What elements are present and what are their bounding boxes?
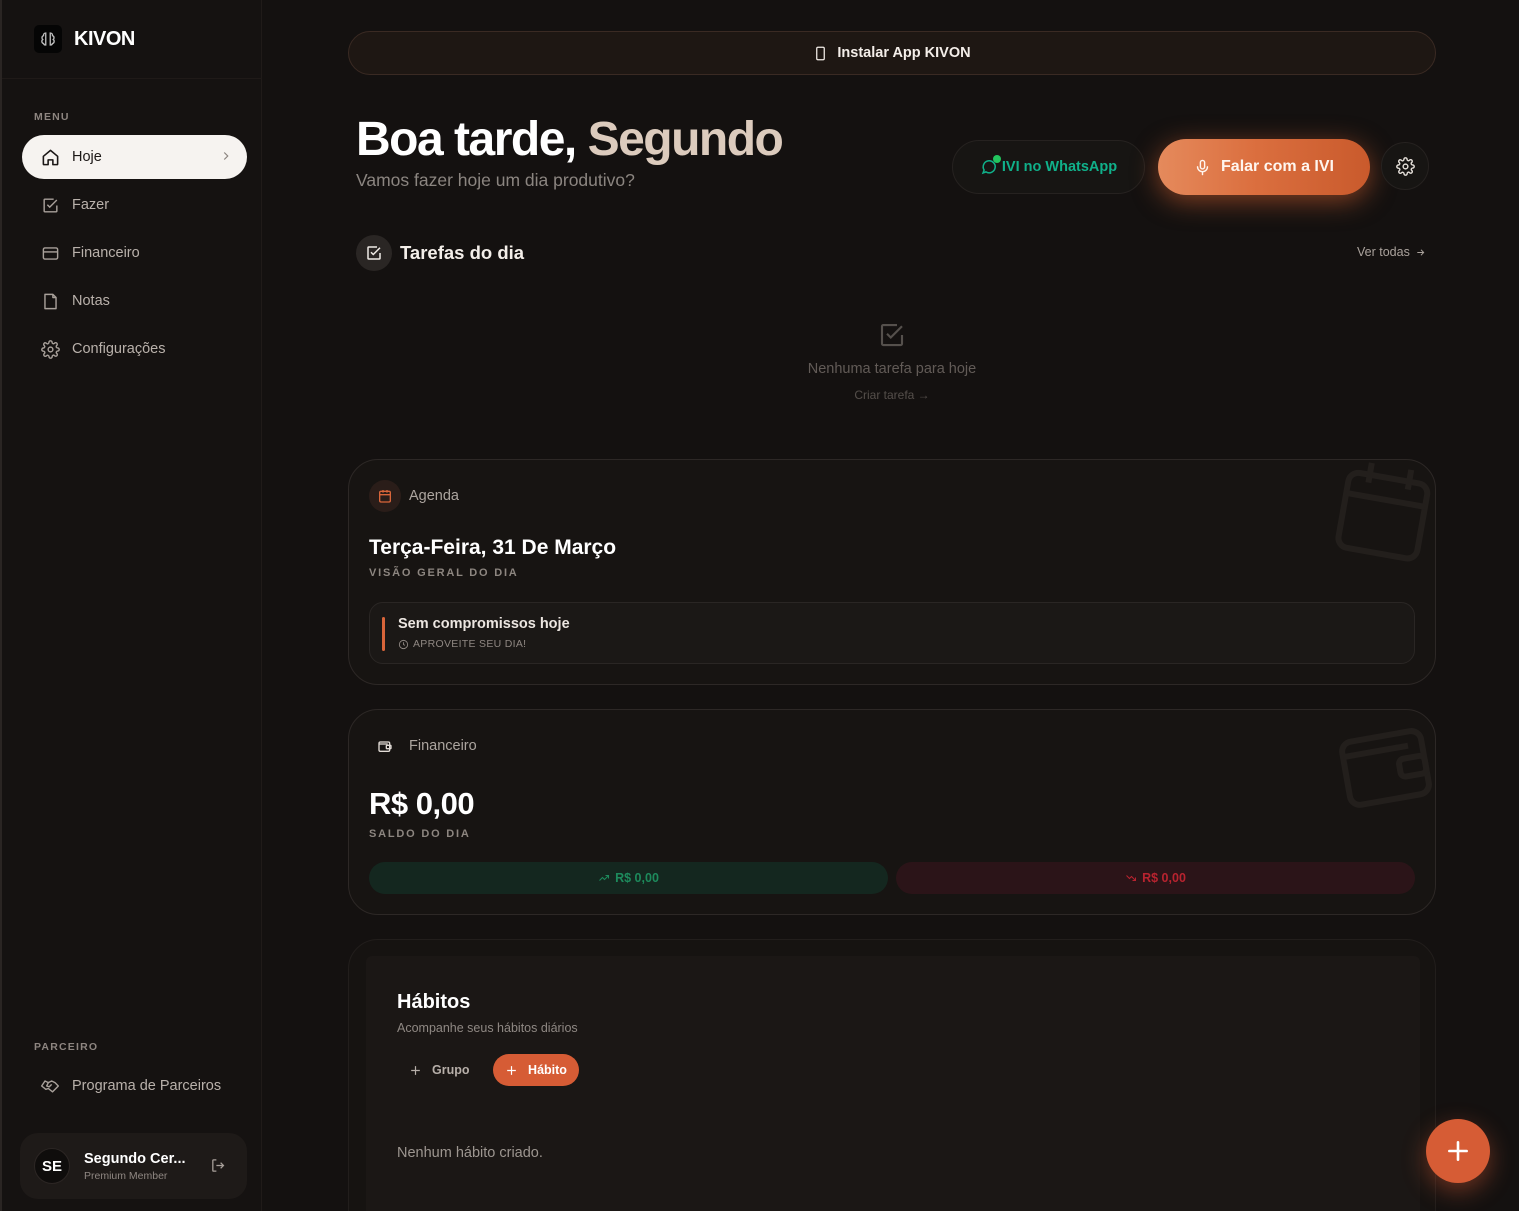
sidebar-item-label: Notas [72, 293, 110, 309]
agenda-empty-title: Sem compromissos hoje [398, 616, 570, 632]
avatar: SE [34, 1148, 70, 1184]
whatsapp-label: IVI no WhatsApp [1001, 159, 1118, 175]
add-group-button[interactable]: Grupo [397, 1054, 482, 1086]
sidebar-item-label: Configurações [72, 341, 166, 357]
habits-card: Hábitos Acompanhe seus hábitos diários G… [348, 939, 1436, 1211]
agenda-empty-box: Sem compromissos hoje APROVEITE SEU DIA! [369, 602, 1415, 664]
install-app-button[interactable]: Instalar App KIVON [348, 31, 1436, 75]
chevron-right-icon [219, 149, 233, 163]
see-all-label: Ver todas [1357, 245, 1410, 259]
greeting-prefix: Boa tarde, [356, 113, 588, 166]
expense-value: R$ 0,00 [1142, 871, 1186, 885]
finance-header: Financeiro [369, 730, 477, 762]
income-pill[interactable]: R$ 0,00 [369, 862, 888, 894]
settings-button[interactable] [1381, 142, 1429, 190]
sidebar: KIVON MENU Hoje Fazer Financeiro Notas C… [0, 0, 262, 1211]
home-icon [40, 147, 60, 167]
talk-to-ivi-button[interactable]: Falar com a IVI [1158, 139, 1370, 195]
agenda-accent-bar [382, 617, 385, 651]
brand[interactable]: KIVON [2, 0, 262, 79]
wallet-icon [369, 730, 401, 762]
brand-name: KIVON [74, 27, 135, 50]
plus-icon [1448, 1141, 1468, 1161]
agenda-caption: VISÃO GERAL DO DIA [369, 567, 519, 579]
install-app-label: Instalar App KIVON [837, 45, 971, 61]
microphone-icon [1196, 159, 1209, 175]
user-role: Premium Member [84, 1169, 168, 1182]
sidebar-item-hoje[interactable]: Hoje [22, 135, 247, 179]
menu-section-label: MENU [34, 111, 70, 123]
tasks-title: Tarefas do dia [400, 242, 525, 263]
add-habit-button[interactable]: Hábito [493, 1054, 579, 1086]
sidebar-item-label: Hoje [72, 149, 102, 165]
finance-card: Financeiro R$ 0,00 SALDO DO DIA R$ 0,00 … [348, 709, 1436, 915]
sidebar-item-notas[interactable]: Notas [22, 279, 247, 323]
add-group-label: Grupo [432, 1063, 470, 1077]
page-subtitle: Vamos fazer hoje um dia produtivo? [356, 170, 635, 190]
sidebar-item-label: Fazer [72, 197, 110, 213]
agenda-label: Agenda [409, 488, 459, 504]
habits-panel: Hábitos Acompanhe seus hábitos diários G… [366, 956, 1420, 1211]
finance-caption: SALDO DO DIA [369, 828, 471, 840]
sidebar-item-financeiro[interactable]: Financeiro [22, 231, 247, 275]
agenda-card: Agenda Terça-Feira, 31 De Março VISÃO GE… [348, 459, 1436, 685]
add-fab-button[interactable] [1426, 1119, 1490, 1183]
habits-empty-text: Nenhum hábito criado. [397, 1145, 543, 1161]
empty-tasks-icon [877, 320, 907, 350]
sidebar-item-label: Financeiro [72, 245, 140, 261]
sidebar-item-programa-parceiros[interactable]: Programa de Parceiros [22, 1064, 247, 1108]
smartphone-icon [816, 46, 826, 60]
plus-icon [411, 1065, 420, 1075]
gear-icon [40, 339, 60, 359]
finance-balance: R$ 0,00 [369, 786, 475, 821]
plus-icon [507, 1065, 516, 1075]
sidebar-nav: Hoje Fazer Financeiro Notas Configuraçõe… [22, 135, 247, 375]
agenda-empty-sub-label: APROVEITE SEU DIA! [413, 638, 527, 650]
partner-section-label: PARCEIRO [34, 1041, 99, 1053]
add-habit-label: Hábito [528, 1063, 567, 1077]
habits-title: Hábitos [397, 991, 471, 1013]
income-value: R$ 0,00 [615, 871, 659, 885]
trending-up-icon [599, 875, 610, 881]
see-all-tasks-link[interactable]: Ver todas [1357, 245, 1426, 259]
clock-icon [398, 639, 409, 649]
sidebar-item-fazer[interactable]: Fazer [22, 183, 247, 227]
whatsapp-icon [980, 155, 1001, 176]
greeting-name: Segundo [587, 113, 784, 166]
agenda-header: Agenda [369, 480, 459, 512]
checkbox-icon [40, 195, 60, 215]
tasks-icon [356, 235, 392, 271]
calendar-watermark-icon [1325, 460, 1435, 570]
calendar-icon [369, 480, 401, 512]
handshake-icon [40, 1076, 60, 1096]
habits-subtitle: Acompanhe seus hábitos diários [397, 1021, 578, 1035]
user-info: Segundo Cer... Premium Member [84, 1151, 186, 1182]
user-name: Segundo Cer... [84, 1150, 186, 1167]
credit-card-icon [40, 243, 60, 263]
logout-icon[interactable] [210, 1157, 227, 1174]
user-card[interactable]: SE Segundo Cer... Premium Member [20, 1133, 247, 1199]
whatsapp-button[interactable]: IVI no WhatsApp [952, 140, 1145, 194]
agenda-empty-sub: APROVEITE SEU DIA! [398, 638, 526, 650]
gear-icon [1395, 156, 1415, 176]
trending-down-icon [1126, 875, 1137, 881]
wallet-watermark-icon [1325, 710, 1435, 820]
create-task-link[interactable]: Criar tarefa → [700, 388, 1084, 402]
brain-icon [34, 25, 62, 53]
empty-tasks-text: Nenhuma tarefa para hoje [807, 361, 977, 377]
sidebar-item-configuracoes[interactable]: Configurações [22, 327, 247, 371]
arrow-right-icon [1417, 248, 1425, 256]
agenda-date: Terça-Feira, 31 De Março [369, 536, 617, 559]
talk-to-ivi-label: Falar com a IVI [1221, 158, 1334, 175]
page-title: Boa tarde, Segundo [356, 112, 784, 167]
note-icon [40, 291, 60, 311]
sidebar-item-label: Programa de Parceiros [72, 1078, 222, 1094]
finance-label: Financeiro [409, 738, 477, 754]
expense-pill[interactable]: R$ 0,00 [896, 862, 1415, 894]
